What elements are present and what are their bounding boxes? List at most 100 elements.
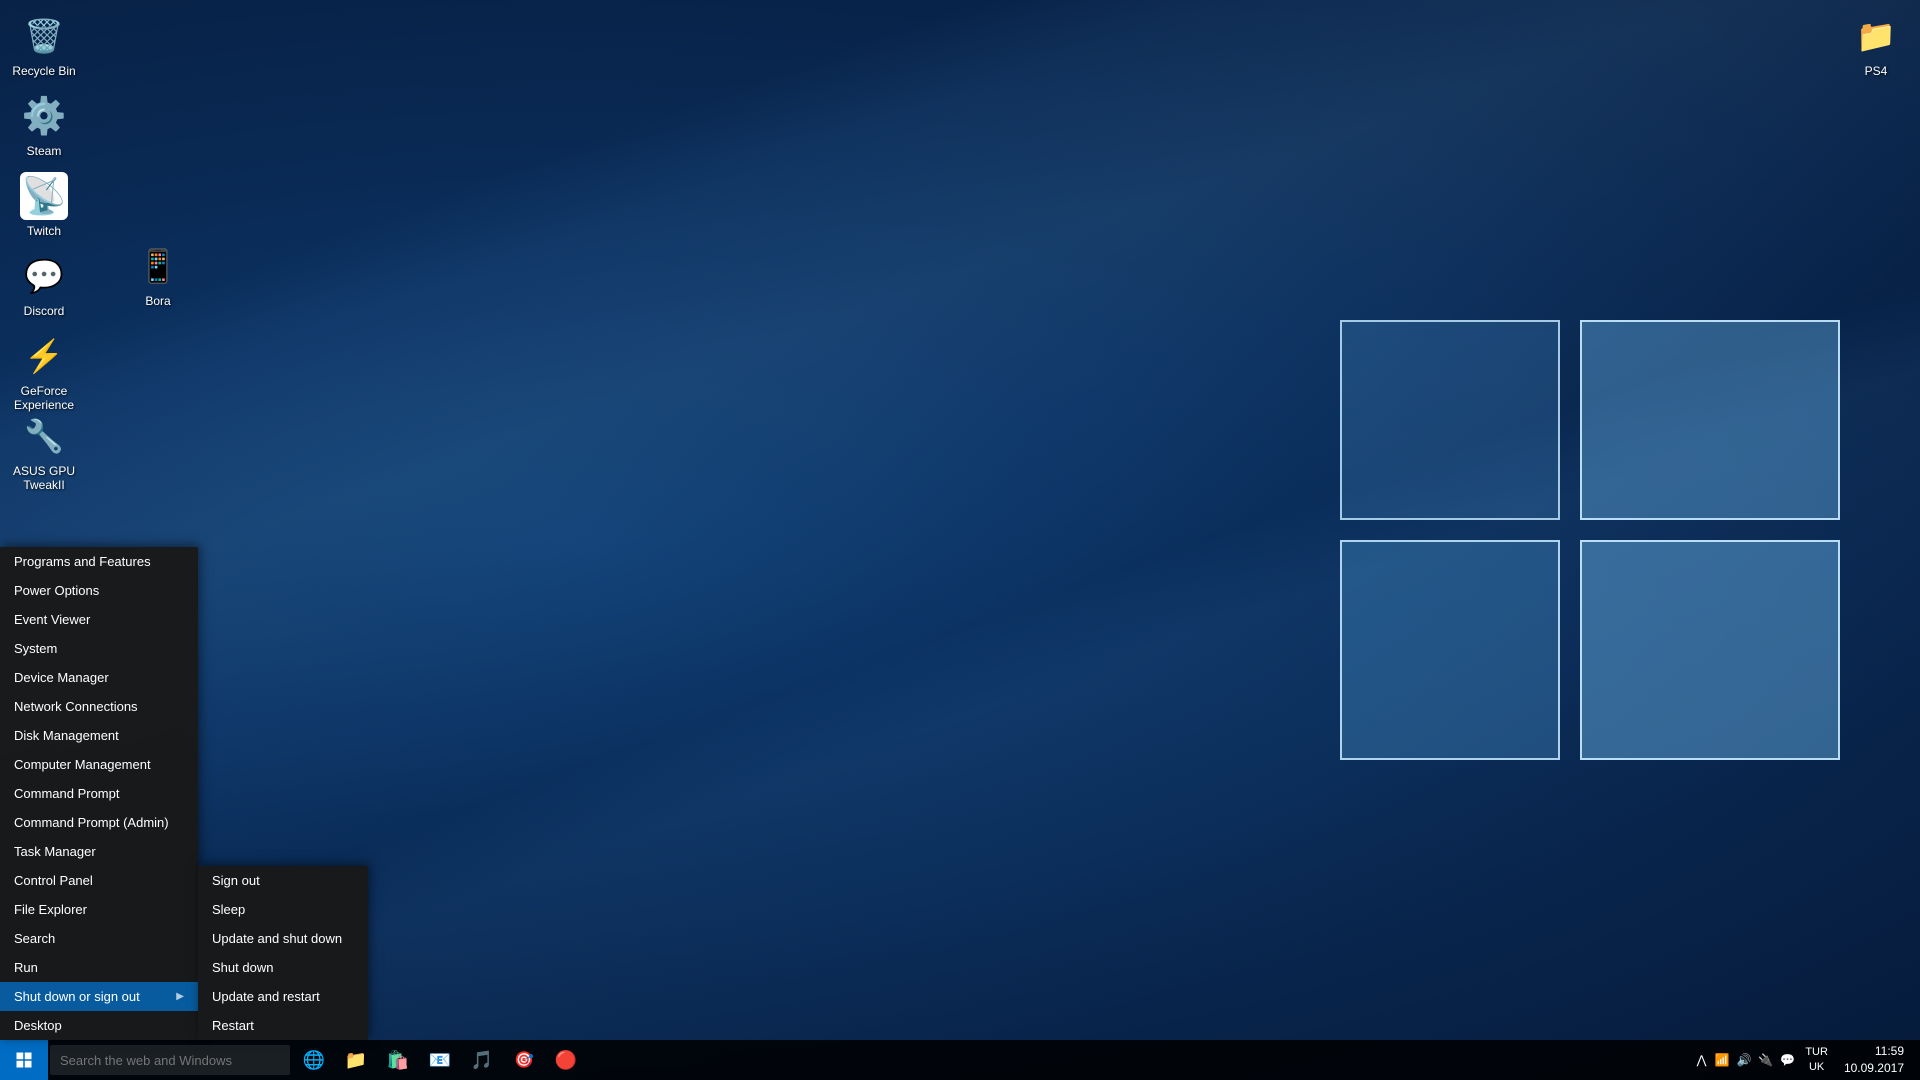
tray-clock[interactable]: 11:59 10.09.2017 <box>1836 1043 1912 1077</box>
discord-icon-img: 💬 <box>20 252 68 300</box>
taskbar-search-input[interactable] <box>50 1045 290 1075</box>
submenu-item-sleep[interactable]: Sleep <box>198 895 368 924</box>
menu-label-computer-management: Computer Management <box>14 757 151 772</box>
taskbar-icon-app3[interactable]: 🔴 <box>546 1040 586 1080</box>
taskbar-icon-spotify[interactable]: 🎵 <box>462 1040 502 1080</box>
menu-item-disk-management[interactable]: Disk Management <box>0 721 198 750</box>
submenu-label-sign-out: Sign out <box>212 873 260 888</box>
submenu-item-restart[interactable]: Restart <box>198 1011 368 1040</box>
taskbar-icon-app1[interactable]: 📧 <box>420 1040 460 1080</box>
tray-language[interactable]: TUR UK <box>1801 1045 1832 1076</box>
tray-network-icon[interactable]: 📶 <box>1713 1051 1732 1069</box>
menu-label-disk-management: Disk Management <box>14 728 119 743</box>
start-button[interactable] <box>0 1040 48 1080</box>
tray-battery-icon[interactable]: 🔌 <box>1756 1051 1775 1069</box>
steam-label: Steam <box>27 144 62 158</box>
tray-icons: 📶 🔊 🔌 💬 <box>1713 1051 1798 1069</box>
asus-label: ASUS GPU TweakII <box>12 464 76 493</box>
tray-expand-icon[interactable]: ⋀ <box>1695 1051 1709 1069</box>
submenu-item-sign-out[interactable]: Sign out <box>198 866 368 895</box>
submenu-item-shut-down[interactable]: Shut down <box>198 953 368 982</box>
menu-label-event-viewer: Event Viewer <box>14 612 90 627</box>
win-square-tl <box>1340 320 1560 520</box>
tray-notification-icon[interactable]: 💬 <box>1778 1051 1797 1069</box>
taskbar-icon-store[interactable]: 🛍️ <box>378 1040 418 1080</box>
twitch-icon-img: 📡 <box>20 172 68 220</box>
tray-time: 11:59 <box>1844 1043 1904 1060</box>
menu-label-command-prompt: Command Prompt <box>14 786 119 801</box>
desktop-icon-recycle-bin[interactable]: 🗑️ Recycle Bin <box>8 8 80 82</box>
menu-item-command-prompt-admin[interactable]: Command Prompt (Admin) <box>0 808 198 837</box>
menu-label-system: System <box>14 641 57 656</box>
context-menu: Programs and Features Power Options Even… <box>0 547 198 1040</box>
submenu-item-update-shut-down[interactable]: Update and shut down <box>198 924 368 953</box>
taskbar: 🌐 📁 🛍️ 📧 🎵 🎯 🔴 ⋀ 📶 🔊 🔌 💬 TUR UK 11:59 10… <box>0 1040 1920 1080</box>
desktop-icon-geforce[interactable]: ⚡ GeForce Experience <box>8 328 80 417</box>
tray-date: 10.09.2017 <box>1844 1060 1904 1077</box>
recycle-bin-label: Recycle Bin <box>12 64 75 78</box>
menu-item-shut-down-sign-out[interactable]: Shut down or sign out ▶ <box>0 982 198 1011</box>
recycle-bin-icon-img: 🗑️ <box>20 12 68 60</box>
geforce-icon-img: ⚡ <box>20 332 68 380</box>
submenu-label-sleep: Sleep <box>212 902 245 917</box>
desktop-icon-discord[interactable]: 💬 Discord <box>8 248 80 322</box>
menu-label-search: Search <box>14 931 55 946</box>
menu-item-power-options[interactable]: Power Options <box>0 576 198 605</box>
win-square-bl <box>1340 540 1560 760</box>
ps4-icon-img: 📁 <box>1852 12 1900 60</box>
taskbar-icon-app2[interactable]: 🎯 <box>504 1040 544 1080</box>
desktop-icon-twitch[interactable]: 📡 Twitch <box>8 168 80 242</box>
menu-item-programs-features[interactable]: Programs and Features <box>0 547 198 576</box>
ps4-label: PS4 <box>1865 64 1888 78</box>
steam-icon-img: ⚙️ <box>20 92 68 140</box>
windows-logo <box>1340 320 1840 760</box>
bora-icon-img: 📱 <box>134 242 182 290</box>
submenu-shutdown: Sign out Sleep Update and shut down Shut… <box>198 866 368 1040</box>
taskbar-icon-edge[interactable]: 🌐 <box>294 1040 334 1080</box>
tray-region-text: UK <box>1805 1060 1828 1075</box>
bora-label: Bora <box>145 294 170 308</box>
menu-label-task-manager: Task Manager <box>14 844 96 859</box>
asus-icon-img: 🔧 <box>20 412 68 460</box>
menu-item-device-manager[interactable]: Device Manager <box>0 663 198 692</box>
menu-item-search[interactable]: Search <box>0 924 198 953</box>
tray-volume-icon[interactable]: 🔊 <box>1734 1051 1753 1069</box>
menu-label-programs-features: Programs and Features <box>14 554 151 569</box>
desktop-icon-bora[interactable]: 📱 Bora <box>122 238 194 312</box>
system-tray: ⋀ 📶 🔊 🔌 💬 TUR UK 11:59 10.09.2017 <box>1695 1043 1920 1077</box>
menu-item-task-manager[interactable]: Task Manager <box>0 837 198 866</box>
menu-label-command-prompt-admin: Command Prompt (Admin) <box>14 815 169 830</box>
chevron-right-icon: ▶ <box>176 991 184 1002</box>
desktop-icon-asus-gpu[interactable]: 🔧 ASUS GPU TweakII <box>8 408 80 497</box>
desktop-icon-steam[interactable]: ⚙️ Steam <box>8 88 80 162</box>
menu-item-system[interactable]: System <box>0 634 198 663</box>
menu-label-control-panel: Control Panel <box>14 873 93 888</box>
menu-label-run: Run <box>14 960 38 975</box>
submenu-label-restart: Restart <box>212 1018 254 1033</box>
taskbar-icon-explorer[interactable]: 📁 <box>336 1040 376 1080</box>
menu-item-control-panel[interactable]: Control Panel <box>0 866 198 895</box>
desktop-icon-ps4[interactable]: 📁 PS4 <box>1840 8 1912 82</box>
menu-label-shut-down-sign-out: Shut down or sign out <box>14 989 140 1004</box>
submenu-label-update-shut-down: Update and shut down <box>212 931 342 946</box>
discord-label: Discord <box>24 304 65 318</box>
menu-label-network-connections: Network Connections <box>14 699 138 714</box>
taskbar-pinned-icons: 🌐 📁 🛍️ 📧 🎵 🎯 🔴 <box>294 1040 586 1080</box>
menu-label-device-manager: Device Manager <box>14 670 109 685</box>
menu-label-power-options: Power Options <box>14 583 99 598</box>
menu-item-file-explorer[interactable]: File Explorer <box>0 895 198 924</box>
windows-start-icon <box>15 1051 33 1069</box>
menu-item-command-prompt[interactable]: Command Prompt <box>0 779 198 808</box>
submenu-item-update-restart[interactable]: Update and restart <box>198 982 368 1011</box>
win-square-tr <box>1580 320 1840 520</box>
submenu-label-shut-down: Shut down <box>212 960 273 975</box>
menu-item-network-connections[interactable]: Network Connections <box>0 692 198 721</box>
submenu-label-update-restart: Update and restart <box>212 989 320 1004</box>
menu-item-event-viewer[interactable]: Event Viewer <box>0 605 198 634</box>
win-square-br <box>1580 540 1840 760</box>
menu-item-run[interactable]: Run <box>0 953 198 982</box>
menu-label-file-explorer: File Explorer <box>14 902 87 917</box>
menu-item-computer-management[interactable]: Computer Management <box>0 750 198 779</box>
tray-lang-text: TUR <box>1805 1045 1828 1060</box>
menu-item-desktop[interactable]: Desktop <box>0 1011 198 1040</box>
